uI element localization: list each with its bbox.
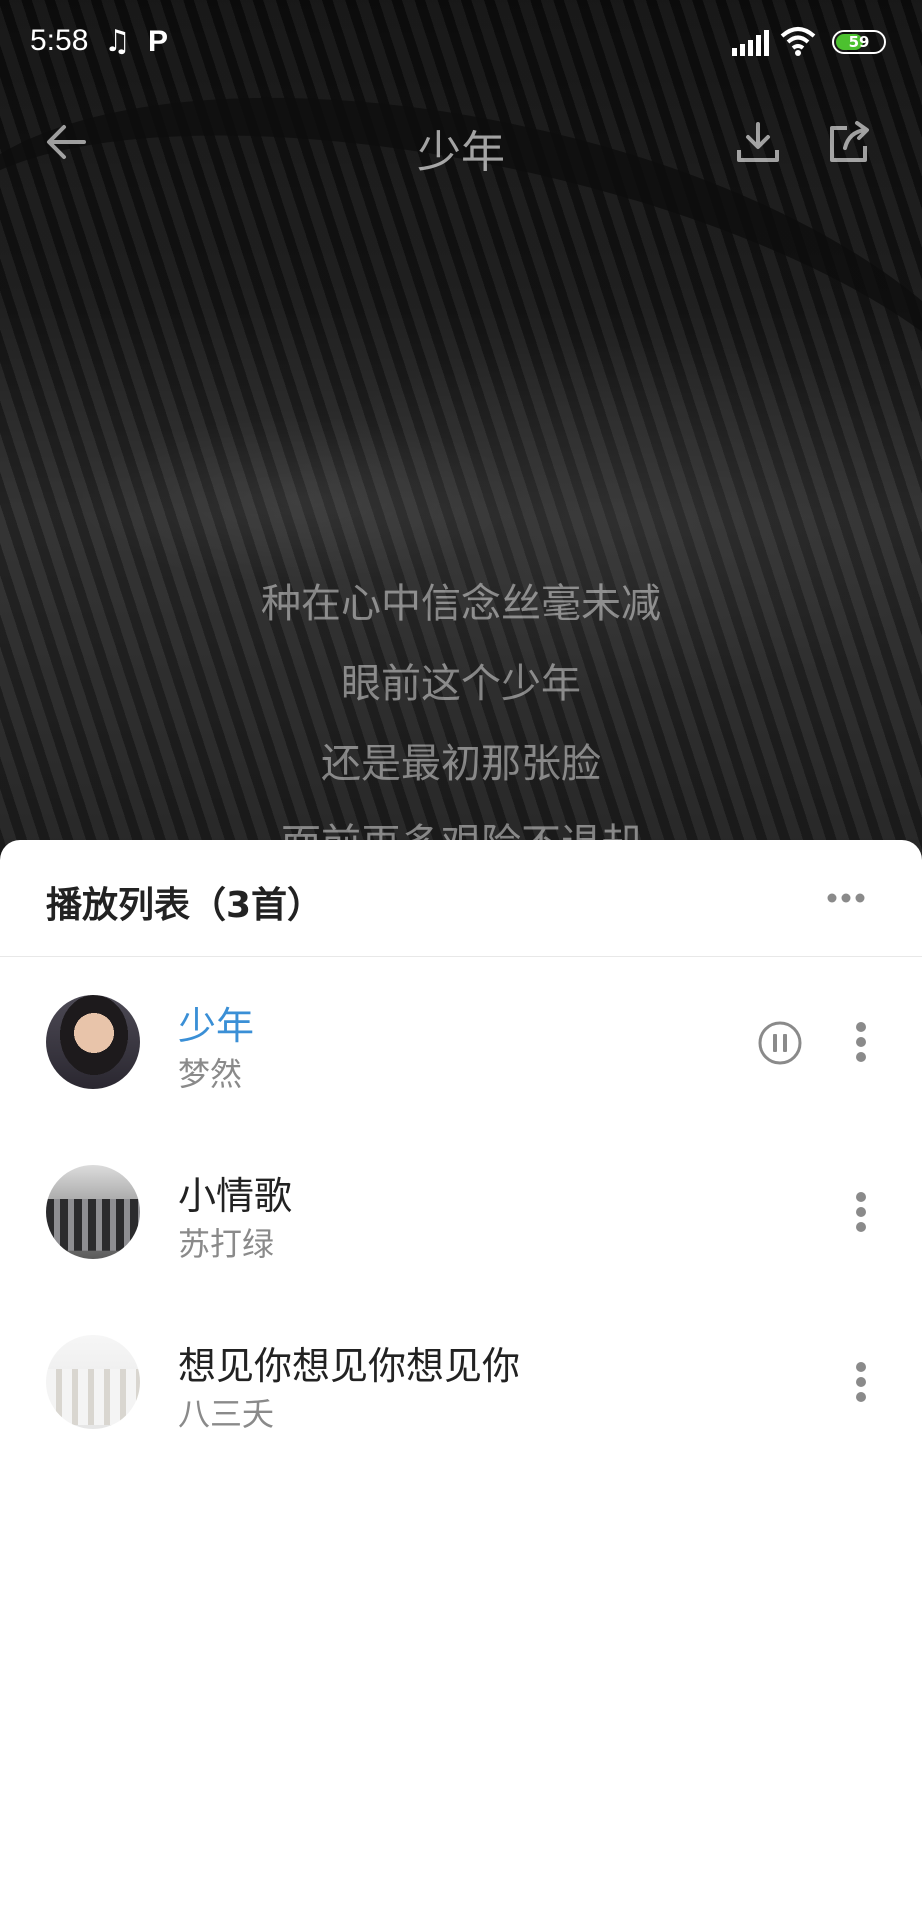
- playlist-sheet: 播放列表（3首） 少年 梦然 小情歌 苏打绿 想见你想见你想见你 八三夭: [0, 840, 922, 1920]
- track-more-button[interactable]: [846, 1017, 876, 1067]
- share-icon: [830, 121, 869, 162]
- status-bar: 5:58 ♫ P 59: [0, 0, 922, 86]
- lyric-line: 眼前这个少年: [341, 661, 581, 707]
- track-more-button[interactable]: [846, 1187, 876, 1237]
- playlist-track[interactable]: 想见你想见你想见你 八三夭: [0, 1297, 922, 1467]
- artist-avatar: [46, 1165, 140, 1259]
- share-button[interactable]: [822, 114, 878, 170]
- track-artist: 苏打绿: [178, 1225, 275, 1263]
- lyric-line: 还是最初那张脸: [321, 741, 601, 787]
- track-artist: 八三夭: [178, 1395, 275, 1433]
- status-time: 5:58: [30, 24, 89, 57]
- track-name: 小情歌: [178, 1174, 293, 1218]
- artist-avatar: [46, 995, 140, 1089]
- playlist-header: 播放列表（3首）: [0, 840, 922, 957]
- player-header: 少年: [0, 100, 922, 184]
- lyric-line: 种在心中信念丝毫未减: [261, 581, 661, 627]
- download-icon: [737, 122, 779, 162]
- playlist-more-button[interactable]: [818, 878, 874, 918]
- track-artist: 梦然: [178, 1055, 243, 1093]
- playlist-title: 播放列表（3首）: [46, 885, 324, 926]
- download-button[interactable]: [730, 114, 786, 170]
- pause-icon: [758, 1021, 802, 1065]
- track-name: 想见你想见你想见你: [178, 1344, 521, 1388]
- signal-icon: [732, 30, 769, 56]
- pause-button[interactable]: [756, 1019, 804, 1067]
- more-vertical-icon: [856, 1022, 866, 1062]
- more-vertical-icon: [856, 1362, 866, 1402]
- p-icon: P: [148, 25, 169, 58]
- player-screen: 5:58 ♫ P 59 少年 种在心中信念丝毫未减 眼前这个少年 还是最初那张脸…: [0, 0, 922, 1920]
- playlist-track[interactable]: 少年 梦然: [0, 957, 922, 1127]
- music-note-icon: ♫: [104, 24, 131, 59]
- playlist-track[interactable]: 小情歌 苏打绿: [0, 1127, 922, 1297]
- more-vertical-icon: [856, 1192, 866, 1232]
- battery-level-text: 59: [848, 33, 870, 51]
- battery-icon: 59: [832, 30, 886, 54]
- track-name: 少年: [178, 1004, 255, 1048]
- wifi-icon: [780, 27, 816, 56]
- track-more-button[interactable]: [846, 1357, 876, 1407]
- artist-avatar: [46, 1335, 140, 1429]
- more-horizontal-icon: [827, 893, 865, 903]
